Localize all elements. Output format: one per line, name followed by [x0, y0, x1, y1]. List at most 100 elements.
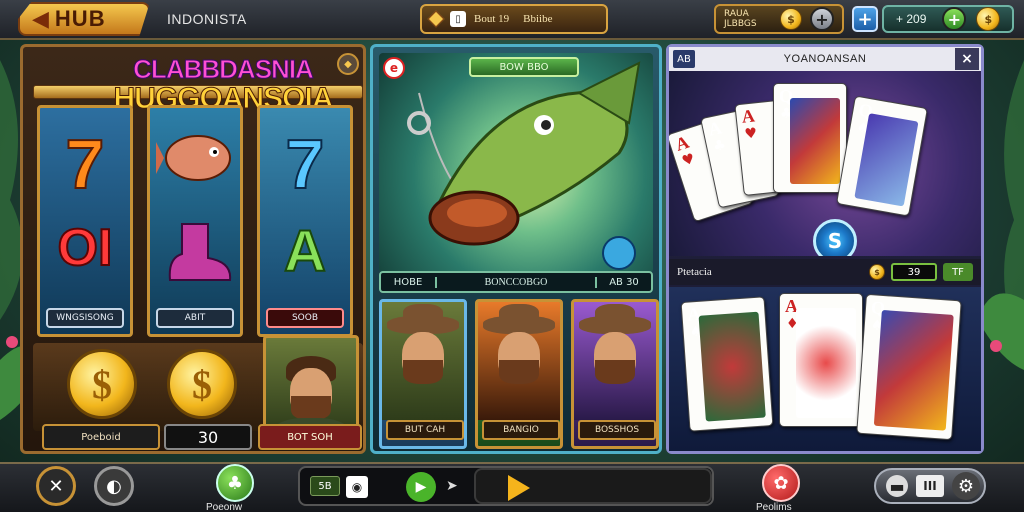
fish-artwork-icon [407, 61, 641, 270]
slot-footer-value: 30 [164, 424, 252, 450]
shield-icon[interactable]: ◐ [94, 466, 134, 506]
play-green-icon[interactable]: ▶ [406, 472, 436, 502]
card-panel-title: YOANOANSAN [783, 53, 867, 65]
card-panel-header: AB YOANOANSAN × [669, 47, 981, 71]
fishing-scene: BOW BBO e [379, 53, 653, 273]
card-game-panel[interactable]: AB YOANOANSAN × A ♥ A ♣ A ♥ Q ♣ Q ♠ S Ptetaci… [666, 44, 984, 454]
card-panel-icon: AB [673, 50, 695, 68]
settings-group: ▬ III ⚙ [874, 468, 986, 504]
symbol-a: A [283, 218, 327, 285]
game-screen: ◀ HUB INDONISTA ▯ Bout 19 Bbiibe RAUA JL… [0, 0, 1024, 512]
gold-coin-1-icon: $ [67, 349, 137, 419]
slot-game-panel[interactable]: CLABBDASNIA HUGGOANSOIA ◆ 7 OI WNGSISONG… [20, 44, 366, 454]
character-card-1[interactable]: BUT CAH [379, 299, 467, 449]
slot-footer: Poeboid 30 BOT SOH [20, 424, 366, 454]
arrow-icon: ➤ [446, 478, 458, 494]
diamond-icon [427, 10, 445, 28]
region-label: INDONISTA [167, 11, 247, 27]
character-2-portrait [478, 302, 560, 420]
menu-button[interactable]: III [916, 475, 944, 497]
balance-value: + 209 [896, 12, 927, 26]
bottom-right-label: Peolims [756, 502, 792, 512]
wallet-label: RAUA JLBBGS [724, 9, 780, 29]
beard-shape [499, 360, 539, 384]
balance-pill: + 209 + $ [882, 5, 1014, 33]
fishing-bar-right: AB 30 [595, 276, 651, 288]
mini-badge[interactable]: 5B [310, 476, 340, 496]
beard-shape [403, 360, 443, 384]
tournament-subtext: Bbiibe [523, 13, 553, 25]
chip-icon: S [813, 219, 857, 256]
fishing-game-panel[interactable]: BOW BBO e HOBE BONCCOBGO AB 30 BUT CAH B… [370, 44, 662, 454]
reel-2: ABIT [147, 105, 243, 337]
card-bar-tag: TF [943, 263, 973, 281]
bottom-left-label: Poeonw [206, 502, 243, 512]
reel-2-label: ABIT [156, 308, 234, 328]
character-card-3[interactable]: BOSSHOS [571, 299, 659, 449]
coin-icon: $ [780, 8, 802, 30]
fishing-top-label: BOW BBO [469, 57, 579, 77]
symbol-seven-blue: 7 [285, 124, 326, 204]
table-card-ace-spades: A ♠ [680, 296, 774, 432]
add-coins-button[interactable]: + [810, 7, 834, 31]
fish-symbol-icon [156, 135, 231, 181]
add-balance-button[interactable]: + [942, 7, 967, 31]
card-table: A ♠ A ♦ Q ♠ [669, 287, 981, 451]
reel-3-label-text: SOOB [291, 313, 319, 323]
character-3-name: BOSSHOS [578, 420, 656, 440]
slot-footer-label: Poeboid [42, 424, 160, 450]
card-info-bar: Ptetacia $ 39 TF [669, 259, 981, 285]
slot-bot-button[interactable]: BOT SOH [258, 424, 362, 450]
back-arrow-icon: ◀ [32, 6, 49, 32]
fishing-bar-center: BONCCOBGO [484, 276, 548, 288]
symbol-seven: 7 [65, 124, 106, 204]
fishing-bar-left: HOBE [381, 276, 437, 288]
fishing-info-bar: HOBE BONCCOBGO AB 30 [379, 271, 653, 293]
character-card-2[interactable]: BANGIO [475, 299, 563, 449]
ticket-icon: ▯ [450, 11, 466, 27]
reel-1: 7 OI WNGSISONG [37, 105, 133, 337]
character-3-portrait [574, 302, 656, 420]
card-fan-scene: A ♥ A ♣ A ♥ Q ♣ Q ♠ S [669, 71, 981, 256]
card-panel-close-button[interactable]: × [955, 48, 979, 70]
wallet-label-line1: RAUA [724, 9, 749, 19]
symbol-pair: OI [57, 218, 114, 278]
toggle-icon[interactable]: ▬ [886, 475, 908, 497]
fishing-close-button[interactable]: e [383, 57, 405, 79]
add-button[interactable]: + [852, 6, 878, 32]
gear-icon[interactable]: ⚙ [952, 472, 980, 500]
table-card-ace-diamonds: A ♦ [779, 293, 863, 427]
reel-3-label: SOOB [266, 308, 344, 328]
gold-coin-icon: $ [976, 7, 1001, 31]
leaf-icon[interactable]: ♣ [216, 464, 254, 502]
beard-shape [291, 396, 331, 420]
wallet-label-line2: JLBBGS [724, 19, 757, 29]
card-coin-icon: $ [869, 264, 885, 280]
character-2-name: BANGIO [482, 420, 560, 440]
play-button-icon[interactable] [508, 475, 530, 501]
camera-icon[interactable]: ◉ [346, 476, 368, 498]
gift-icon[interactable]: ✿ [762, 464, 800, 502]
table-card-queen-spades: Q ♠ [856, 293, 962, 441]
card-bar-value: 39 [891, 263, 937, 281]
adventurer-portrait [263, 335, 359, 435]
reel-3: 7 A SOOB [257, 105, 353, 337]
hub-label: HUB [54, 6, 106, 31]
reel-1-label: WNGSISONG [46, 308, 124, 328]
card-queen-clubs: Q ♣ [773, 83, 847, 193]
slot-info-icon[interactable]: ◆ [337, 53, 359, 75]
character-1-portrait [382, 302, 464, 420]
wallet-pill[interactable]: RAUA JLBBGS $ + [714, 4, 844, 34]
gold-coin-2-icon: $ [167, 349, 237, 419]
tools-icon[interactable]: ✕ [36, 466, 76, 506]
tournament-text: Bout 19 [474, 13, 510, 25]
hub-back-button[interactable]: ◀ HUB [18, 2, 150, 36]
card-queen-spades: Q ♠ [836, 95, 928, 217]
card-bar-title: Ptetacia [677, 266, 712, 278]
tournament-pill[interactable]: ▯ Bout 19 Bbiibe [420, 4, 608, 34]
beard-shape [595, 360, 635, 384]
coin-row: $ $ [33, 335, 363, 435]
top-bar: ◀ HUB INDONISTA ▯ Bout 19 Bbiibe RAUA JL… [0, 0, 1024, 40]
boot-symbol-icon [168, 223, 232, 281]
character-1-name: BUT CAH [386, 420, 464, 440]
